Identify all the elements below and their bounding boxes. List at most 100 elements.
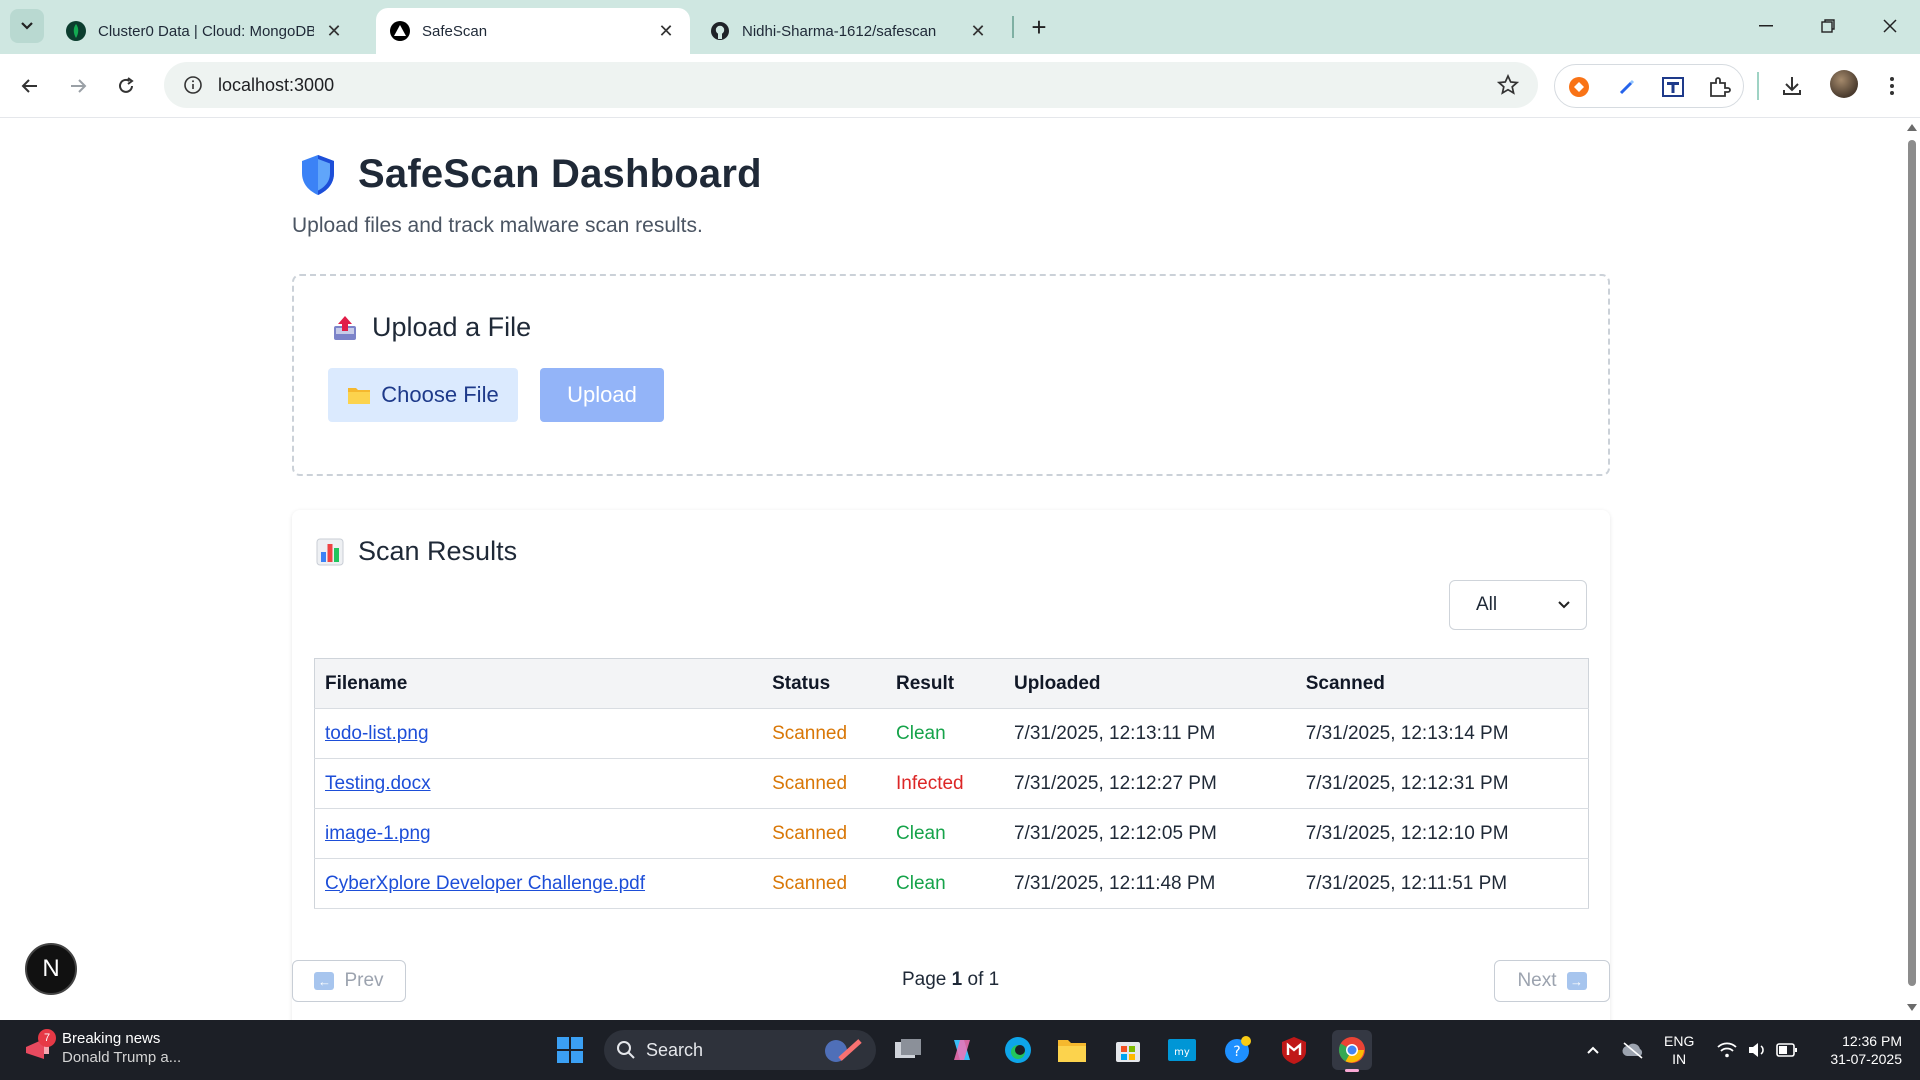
total-pages: 1 — [988, 969, 1000, 990]
status-cell: Scanned — [762, 808, 887, 859]
upload-button[interactable]: Upload — [540, 368, 664, 422]
search-highlight-icon — [825, 1039, 862, 1062]
tab-mongodb[interactable]: Cluster0 Data | Cloud: MongoDB Cloud ✕ — [52, 8, 358, 54]
close-window-button[interactable] — [1870, 10, 1910, 42]
close-tab-icon[interactable]: ✕ — [656, 21, 676, 41]
downloads-button[interactable] — [1774, 68, 1810, 104]
close-tab-icon[interactable]: ✕ — [324, 21, 344, 41]
search-icon — [617, 1041, 635, 1059]
clock-date: 31-07-2025 — [1830, 1051, 1902, 1067]
get-help-icon[interactable]: ? — [1222, 1034, 1254, 1066]
scan-results-card: Scan Results All Filename Status Result … — [292, 510, 1610, 1020]
filter-selected-value: All — [1476, 594, 1498, 615]
mcafee-icon[interactable] — [1278, 1034, 1310, 1066]
chrome-taskbar-icon[interactable] — [1332, 1030, 1372, 1072]
system-clock[interactable]: 12:36 PM 31-07-2025 — [1816, 1032, 1902, 1068]
tab-separator — [1012, 16, 1014, 38]
news-widget[interactable]: 7 Breaking news Donald Trump a... — [22, 1029, 181, 1066]
next-page-button[interactable]: Next → — [1494, 960, 1610, 1002]
browser-toolbar: localhost:3000 — [0, 54, 1920, 118]
arrow-right-icon — [71, 79, 87, 93]
scanned-cell: 7/31/2025, 12:12:10 PM — [1295, 808, 1589, 859]
current-page: 1 — [951, 969, 963, 990]
restore-icon — [1821, 19, 1835, 33]
scrollbar-thumb[interactable] — [1908, 140, 1916, 986]
filename-link[interactable]: Testing.docx — [325, 773, 431, 794]
site-info-icon[interactable] — [170, 62, 216, 108]
microsoft-store-icon[interactable] — [1112, 1034, 1144, 1066]
extensions-puzzle-icon[interactable] — [1705, 73, 1733, 101]
active-app-indicator — [1345, 1069, 1359, 1072]
address-bar[interactable]: localhost:3000 — [164, 62, 1538, 108]
prev-page-button[interactable]: ← Prev — [292, 960, 406, 1002]
taskbar-search[interactable]: Search — [604, 1030, 876, 1070]
kebab-menu-icon — [1890, 77, 1894, 95]
tab-title: Nidhi-Sharma-1612/safescan — [742, 22, 937, 40]
restore-window-button[interactable] — [1808, 10, 1848, 42]
filename-link[interactable]: image-1.png — [325, 823, 431, 844]
browser-menu-button[interactable] — [1874, 68, 1910, 104]
minimize-icon — [1759, 25, 1773, 27]
onedrive-offline-icon[interactable] — [1620, 1038, 1646, 1062]
windows-start-icon[interactable] — [554, 1034, 586, 1066]
folder-icon — [348, 388, 371, 404]
filename-link[interactable]: todo-list.png — [325, 723, 429, 744]
browser-tab-strip: Cluster0 Data | Cloud: MongoDB Cloud ✕ S… — [0, 0, 1920, 54]
column-header-uploaded: Uploaded — [1003, 658, 1296, 709]
page-of: of — [967, 969, 984, 990]
extension-orange-icon[interactable] — [1565, 73, 1593, 101]
wifi-icon[interactable] — [1714, 1038, 1740, 1062]
back-button[interactable] — [12, 68, 48, 104]
battery-icon[interactable] — [1774, 1038, 1800, 1062]
tab-search-button[interactable] — [10, 9, 44, 43]
input-language-indicator[interactable]: ENG IN — [1664, 1032, 1694, 1068]
tab-github[interactable]: Nidhi-Sharma-1612/safescan ✕ — [696, 8, 1002, 54]
edge-browser-icon[interactable] — [1002, 1034, 1034, 1066]
outbox-tray-icon — [334, 315, 356, 340]
lang-region: IN — [1672, 1051, 1687, 1067]
profile-avatar[interactable] — [1830, 70, 1858, 98]
page-subtitle: Upload files and track malware scan resu… — [292, 214, 703, 237]
table-row: Testing.docx Scanned Infected 7/31/2025,… — [314, 758, 1589, 809]
task-view-icon[interactable] — [892, 1034, 924, 1066]
chevron-down-icon — [21, 22, 33, 30]
close-tab-icon[interactable]: ✕ — [968, 21, 988, 41]
arrow-right-icon: → — [1566, 972, 1587, 990]
page-scrollbar[interactable] — [1904, 118, 1920, 1020]
triangle-logo-icon — [390, 21, 410, 41]
filename-link[interactable]: CyberXplore Developer Challenge.pdf — [325, 873, 645, 894]
column-header-scanned: Scanned — [1295, 658, 1589, 709]
tab-title: Cluster0 Data | Cloud: MongoDB Cloud — [98, 22, 314, 40]
tab-title: SafeScan — [422, 22, 488, 40]
search-label: Search — [646, 1039, 704, 1060]
shield-icon — [302, 154, 334, 195]
nextjs-dev-badge[interactable]: N — [25, 943, 77, 995]
bookmark-star-icon[interactable] — [1496, 73, 1520, 97]
show-hidden-icons-chevron-icon[interactable] — [1580, 1038, 1606, 1062]
new-tab-button[interactable]: + — [1024, 12, 1054, 42]
copilot-icon[interactable] — [946, 1034, 978, 1066]
status-cell: Scanned — [762, 758, 887, 809]
status-cell: Scanned — [762, 708, 887, 759]
chevron-down-icon — [1558, 601, 1570, 609]
reload-icon — [119, 77, 134, 93]
result-filter-select[interactable]: All — [1449, 580, 1587, 630]
extension-pen-icon[interactable] — [1613, 73, 1641, 101]
table-header-row: Filename Status Result Uploaded Scanned — [314, 658, 1589, 709]
minimize-window-button[interactable] — [1746, 10, 1786, 42]
file-explorer-icon[interactable] — [1056, 1034, 1088, 1066]
close-icon — [1883, 19, 1897, 33]
forward-button[interactable] — [60, 68, 96, 104]
scroll-down-arrow-icon[interactable] — [1907, 1004, 1917, 1011]
prev-label: Prev — [344, 970, 384, 991]
reload-button[interactable] — [108, 68, 144, 104]
extension-translate-icon[interactable] — [1659, 73, 1687, 101]
volume-icon[interactable] — [1744, 1038, 1770, 1062]
table-row: image-1.png Scanned Clean 7/31/2025, 12:… — [314, 808, 1589, 859]
scroll-up-arrow-icon[interactable] — [1907, 124, 1917, 131]
tab-safescan[interactable]: SafeScan ✕ — [376, 8, 690, 54]
myhp-icon[interactable]: my — [1166, 1034, 1198, 1066]
page-header: SafeScan Dashboard — [298, 152, 762, 197]
news-badge: 7 — [38, 1029, 56, 1047]
choose-file-button[interactable]: Choose File — [328, 368, 518, 422]
